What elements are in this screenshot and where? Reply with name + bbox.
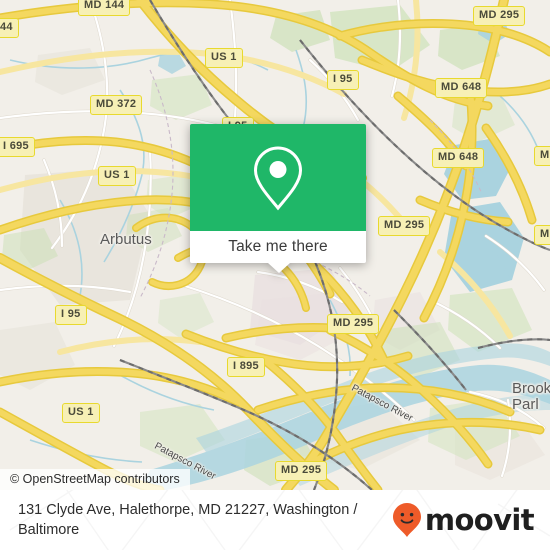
bottom-info-bar: 131 Clyde Ave, Halethorpe, MD 21227, Was… — [0, 490, 550, 550]
location-callout-card[interactable]: Take me there — [190, 124, 366, 273]
road-shield: MD 144 — [78, 0, 131, 16]
moovit-location-card-screen: .water { fill:#aad3df; } .stream { fill:… — [0, 0, 550, 550]
road-shield: 44 — [0, 18, 19, 38]
callout-tail-pointer — [268, 263, 290, 273]
callout-header — [190, 124, 366, 231]
callout-action-row[interactable]: Take me there — [190, 231, 366, 263]
map-canvas[interactable]: .water { fill:#aad3df; } .stream { fill:… — [0, 0, 550, 490]
road-shield: MD — [534, 225, 550, 245]
road-shield: US 1 — [98, 166, 136, 186]
moovit-brand-lockup[interactable]: moovit — [392, 502, 540, 538]
road-shield: MD 372 — [90, 95, 143, 115]
road-shield: MD 648 — [432, 148, 485, 168]
bottom-bar-content: 131 Clyde Ave, Halethorpe, MD 21227, Was… — [0, 490, 550, 550]
place-label: Arbutus — [100, 231, 152, 248]
osm-attribution[interactable]: © OpenStreetMap contributors — [0, 469, 190, 490]
road-shield: MD 295 — [275, 461, 328, 481]
road-shield: MD 295 — [327, 314, 380, 334]
place-label: Brook Parl — [512, 381, 550, 413]
moovit-smiley-pin-icon — [392, 503, 421, 537]
road-shield: MD — [534, 146, 550, 166]
road-shield: I 95 — [327, 70, 359, 90]
road-shield: MD 648 — [435, 78, 488, 98]
road-shield: I 895 — [227, 357, 265, 377]
road-shield: I 695 — [0, 137, 35, 157]
moovit-wordmark: moovit — [424, 502, 535, 537]
address-text: 131 Clyde Ave, Halethorpe, MD 21227, Was… — [18, 502, 358, 538]
take-me-there-button-label: Take me there — [228, 238, 328, 255]
map-pin-outline-icon — [253, 145, 303, 210]
place-label-line: Brook — [512, 380, 550, 397]
place-label-line: Parl — [512, 395, 539, 413]
road-shield: MD 295 — [473, 6, 526, 26]
road-shield: MD 295 — [378, 216, 431, 236]
road-shield: I 95 — [55, 305, 87, 325]
road-shield: US 1 — [62, 403, 100, 423]
road-shield: US 1 — [205, 48, 243, 68]
